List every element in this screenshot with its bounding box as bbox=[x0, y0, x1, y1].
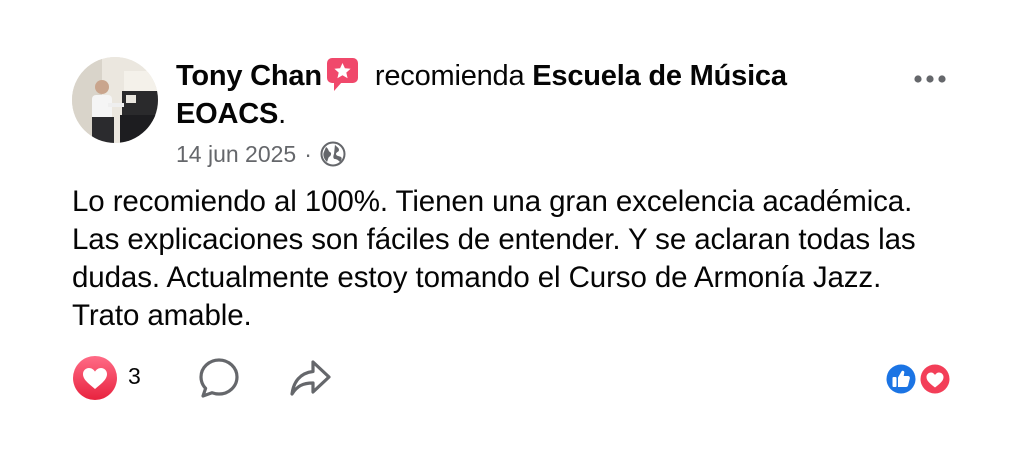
post-date[interactable]: 14 jun 2025 bbox=[176, 139, 296, 169]
page-name-suffix: . bbox=[278, 98, 286, 130]
meta-separator: · bbox=[304, 141, 312, 167]
globe-icon bbox=[320, 141, 346, 167]
post-body: Lo recomiendo al 100%. Tienen una gran e… bbox=[72, 185, 916, 332]
comment-icon[interactable] bbox=[198, 357, 240, 399]
love-icon bbox=[918, 362, 952, 396]
author-name[interactable]: Tony Chan bbox=[176, 60, 322, 92]
reaction-summary[interactable] bbox=[882, 362, 954, 396]
heart-react-icon[interactable] bbox=[72, 355, 118, 401]
post-meta: 14 jun 2025 · bbox=[176, 139, 346, 169]
like-icon bbox=[884, 362, 918, 396]
reaction-count[interactable]: 3 bbox=[128, 363, 141, 390]
more-dots-icon[interactable] bbox=[910, 64, 950, 94]
star-badge-icon bbox=[326, 58, 358, 91]
action-bar: 3 bbox=[72, 355, 952, 401]
avatar[interactable] bbox=[72, 57, 158, 143]
recommends-text: recomienda bbox=[374, 60, 525, 92]
share-icon[interactable] bbox=[288, 357, 332, 399]
post-header: Tony Chan recomienda Escuela de Música E… bbox=[176, 57, 866, 133]
